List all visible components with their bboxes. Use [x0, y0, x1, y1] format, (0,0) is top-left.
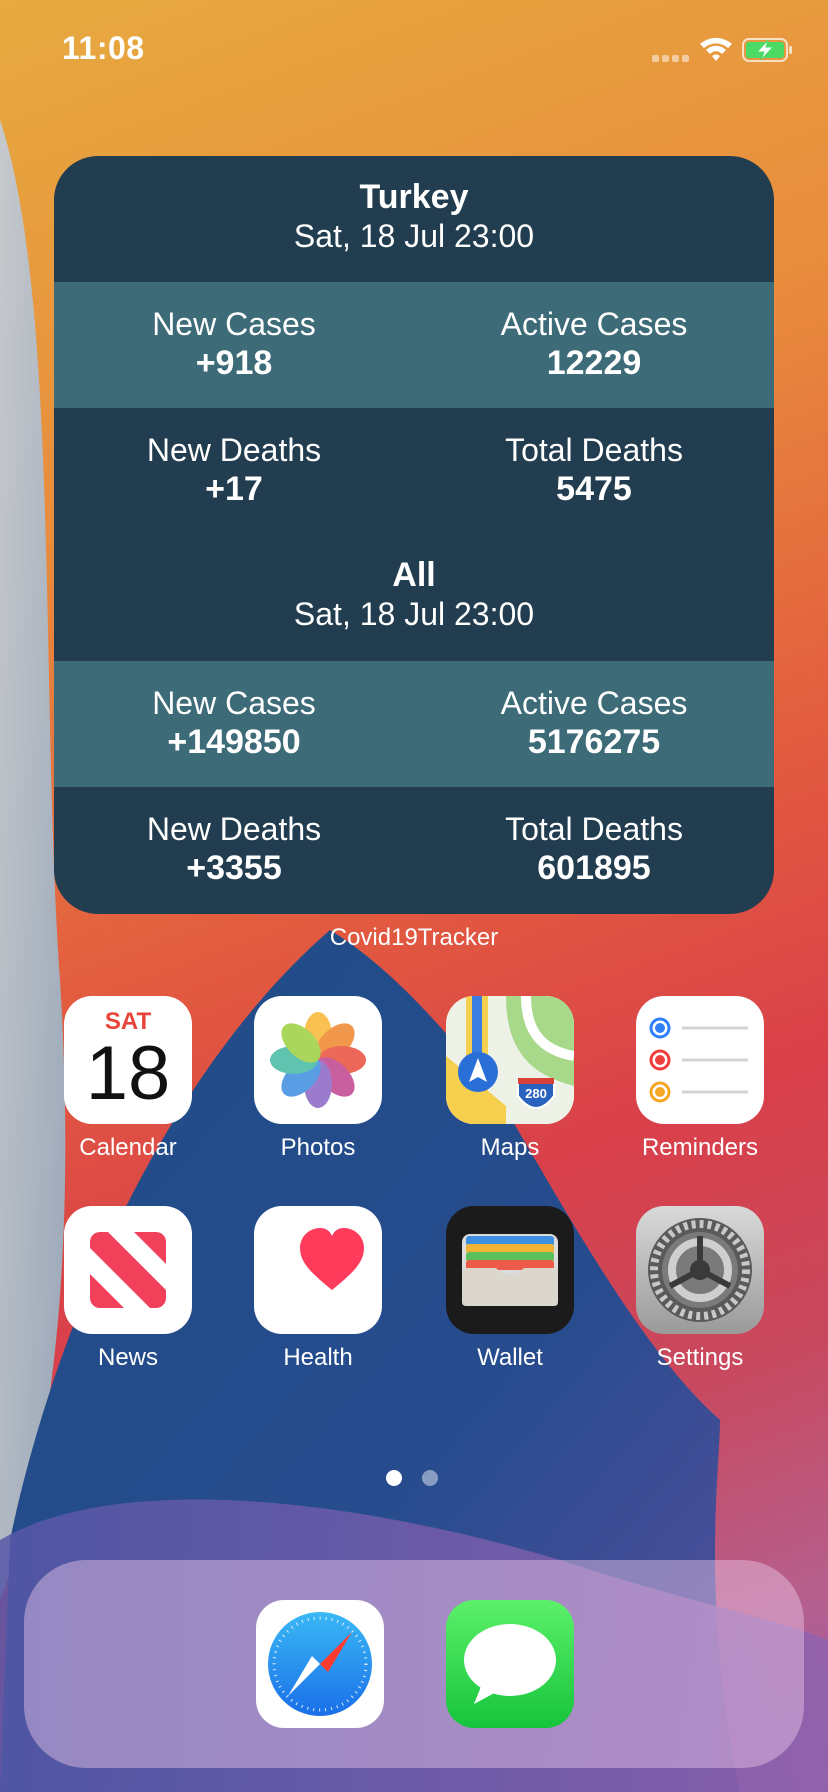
calendar-day-number: 18: [85, 1031, 171, 1116]
stat-value: +3355: [186, 849, 282, 887]
page-dot[interactable]: [422, 1470, 438, 1486]
stat-value: +918: [195, 344, 273, 382]
section-date-turkey: Sat, 18 Jul 23:00: [293, 218, 535, 254]
status-bar: 11:08: [0, 0, 828, 100]
widget-app-name: Covid19Tracker: [329, 924, 499, 951]
stat-label: Total Deaths: [505, 432, 683, 468]
covid-widget[interactable]: Turkey Sat, 18 Jul 23:00 New Cases +918 …: [54, 156, 774, 914]
all-deaths-row: New Deaths +3355 Total Deaths 601895: [54, 787, 774, 913]
stat-value: 12229: [546, 344, 642, 382]
turkey-total-deaths: Total Deaths 5475: [414, 408, 774, 534]
app-label: Calendar: [79, 1134, 177, 1161]
stat-label: Active Cases: [500, 306, 688, 342]
app-calendar[interactable]: SAT 18 Calendar: [64, 996, 192, 1162]
app-wallet[interactable]: Wallet: [446, 1206, 574, 1372]
app-label: Health: [283, 1344, 353, 1371]
app-settings[interactable]: Settings: [636, 1206, 764, 1372]
stat-value: 601895: [537, 849, 651, 887]
page-dot-active[interactable]: [386, 1470, 402, 1486]
page-indicator[interactable]: [0, 1470, 828, 1490]
app-news[interactable]: News: [64, 1206, 192, 1372]
section-title-turkey: Turkey: [359, 178, 469, 216]
all-new-deaths: New Deaths +3355: [54, 787, 414, 913]
app-label: Settings: [656, 1344, 744, 1371]
turkey-new-cases: New Cases +918: [54, 282, 414, 408]
section-title-all: All: [392, 556, 436, 594]
stat-value: 5475: [556, 470, 632, 508]
status-time: 11:08: [62, 30, 145, 66]
app-health[interactable]: Health: [254, 1206, 382, 1372]
news-icon: [64, 1206, 192, 1334]
maps-icon: 280: [446, 996, 574, 1124]
turkey-deaths-row: New Deaths +17 Total Deaths 5475: [54, 408, 774, 534]
stat-label: New Deaths: [146, 432, 322, 468]
stat-label: New Cases: [152, 685, 316, 721]
all-cases-row: New Cases +149850 Active Cases 5176275: [54, 661, 774, 787]
calendar-icon: SAT 18: [64, 996, 192, 1124]
turkey-active-cases: Active Cases 12229: [414, 282, 774, 408]
reminders-icon: [636, 996, 764, 1124]
stat-value: 5176275: [527, 723, 661, 761]
stat-label: Active Cases: [500, 685, 688, 721]
turkey-cases-row: New Cases +918 Active Cases 12229: [54, 282, 774, 408]
all-total-deaths: Total Deaths 601895: [414, 787, 774, 913]
app-label: Wallet: [477, 1344, 543, 1371]
stat-label: New Deaths: [146, 811, 322, 847]
stat-label: Total Deaths: [505, 811, 683, 847]
cellular-signal-icon: [652, 55, 689, 62]
app-reminders[interactable]: Reminders: [636, 996, 764, 1162]
stat-value: +17: [205, 470, 263, 508]
wallet-icon: [446, 1206, 574, 1334]
app-label: Maps: [480, 1134, 540, 1161]
safari-icon[interactable]: [256, 1600, 384, 1728]
settings-icon: [636, 1206, 764, 1334]
photos-icon: [254, 996, 382, 1124]
stat-label: New Cases: [152, 306, 316, 342]
app-maps[interactable]: 280 Maps: [446, 996, 574, 1162]
app-label: News: [97, 1344, 158, 1371]
maps-route-badge: 280: [525, 1086, 547, 1101]
app-label: Photos: [280, 1134, 356, 1161]
dock: [24, 1560, 804, 1768]
app-label: Reminders: [641, 1134, 759, 1161]
wifi-icon: [700, 37, 732, 61]
all-new-cases: New Cases +149850: [54, 661, 414, 787]
messages-icon[interactable]: [446, 1600, 574, 1728]
battery-charging-icon: [742, 38, 792, 62]
health-icon: [254, 1206, 382, 1334]
stat-value: +149850: [167, 723, 301, 761]
section-date-all: Sat, 18 Jul 23:00: [293, 596, 535, 632]
app-photos[interactable]: Photos: [254, 996, 382, 1162]
all-active-cases: Active Cases 5176275: [414, 661, 774, 787]
turkey-new-deaths: New Deaths +17: [54, 408, 414, 534]
